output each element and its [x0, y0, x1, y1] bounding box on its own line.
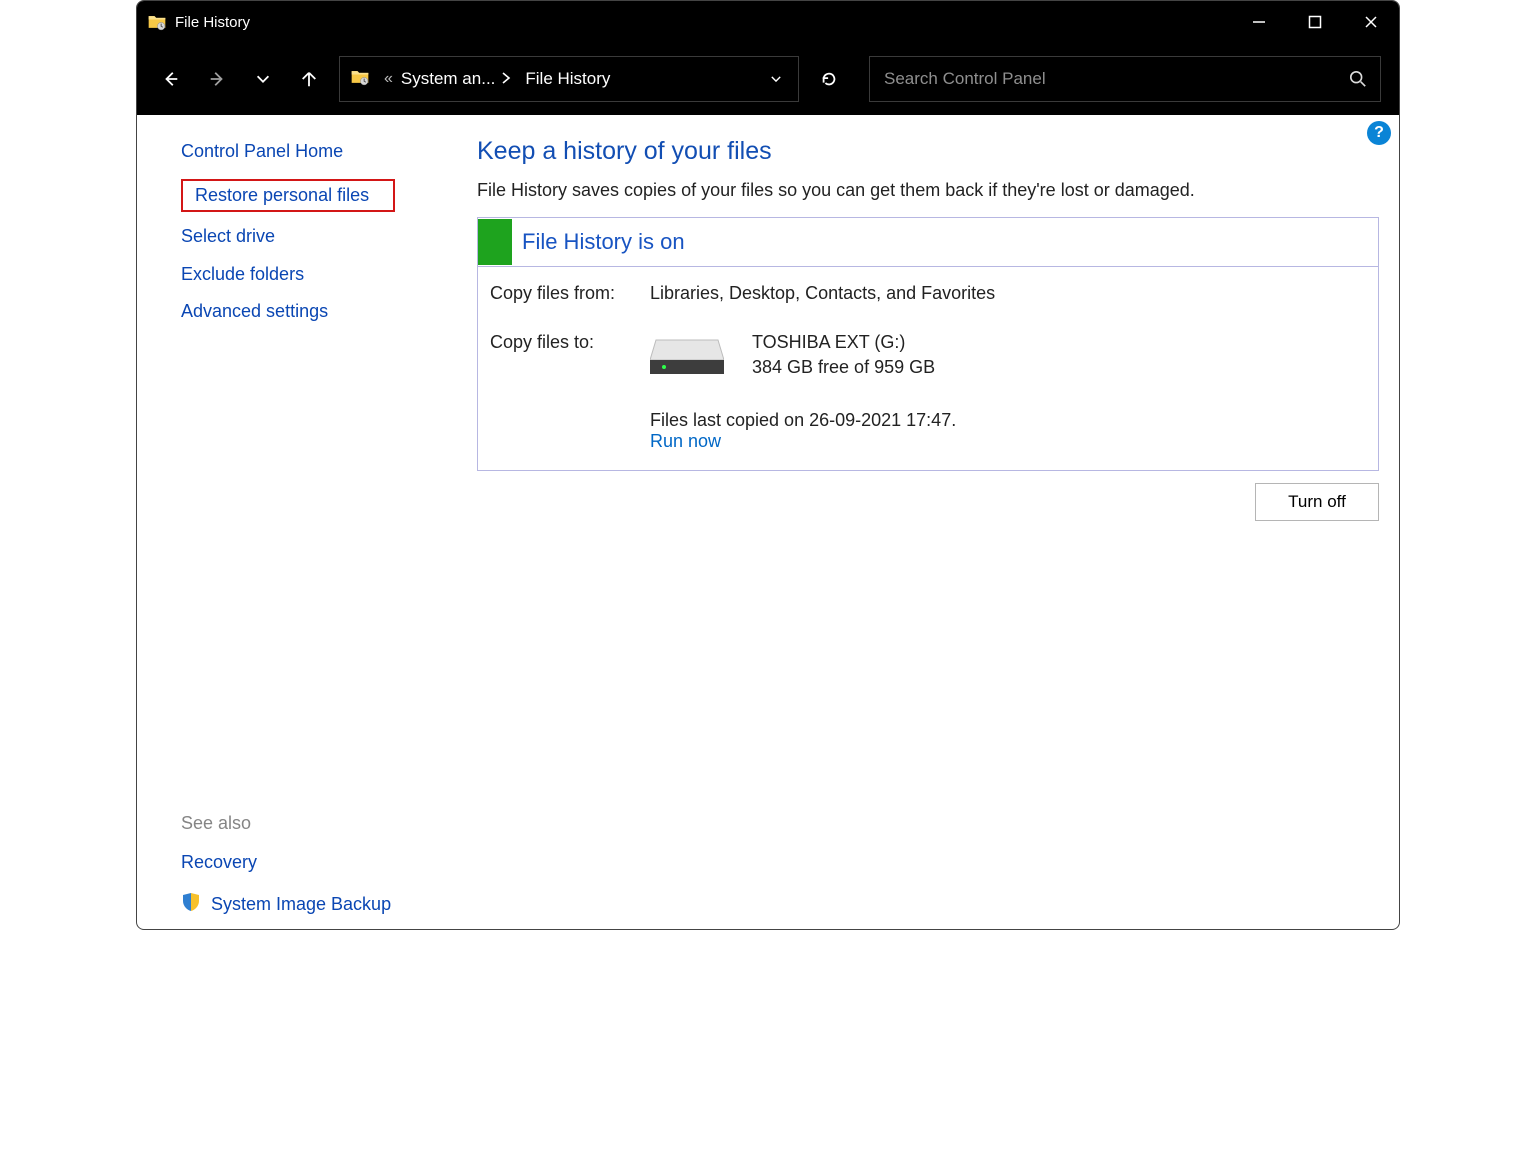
see-also-label: See also: [181, 813, 457, 834]
sidebar-item-control-panel-home[interactable]: Control Panel Home: [181, 141, 457, 163]
minimize-button[interactable]: [1231, 1, 1287, 43]
app-icon: [147, 12, 167, 32]
window-title: File History: [175, 14, 250, 31]
up-button[interactable]: [289, 55, 329, 103]
search-icon[interactable]: [1336, 70, 1380, 88]
sidebar-item-restore-personal-files[interactable]: Restore personal files: [195, 185, 369, 207]
maximize-button[interactable]: [1287, 1, 1343, 43]
sidebar-item-system-image-backup[interactable]: System Image Backup: [211, 894, 391, 916]
sidebar-item-advanced-settings[interactable]: Advanced settings: [181, 301, 457, 323]
history-dropdown-button[interactable]: [243, 55, 283, 103]
address-dropdown-button[interactable]: [754, 72, 798, 86]
last-copied-text: Files last copied on 26-09-2021 17:47.: [650, 410, 1366, 431]
refresh-button[interactable]: [805, 56, 853, 102]
location-folder-icon: [350, 67, 374, 91]
address-bar[interactable]: « System an... File History: [339, 56, 799, 102]
sidebar-item-select-drive[interactable]: Select drive: [181, 226, 457, 248]
copy-to-label: Copy files to:: [490, 332, 650, 382]
copy-from-value: Libraries, Desktop, Contacts, and Favori…: [650, 283, 1366, 304]
breadcrumb-filehistory[interactable]: File History: [521, 69, 614, 89]
turn-off-button[interactable]: Turn off: [1255, 483, 1379, 521]
copy-from-label: Copy files from:: [490, 283, 650, 304]
search-input[interactable]: [870, 69, 1336, 89]
status-panel: File History is on Copy files from: Libr…: [477, 217, 1379, 471]
forward-button[interactable]: [197, 55, 237, 103]
drive-space: 384 GB free of 959 GB: [752, 357, 935, 378]
chevron-right-icon: [501, 71, 511, 87]
sidebar-item-recovery[interactable]: Recovery: [181, 852, 257, 874]
breadcrumb-prefix: «: [384, 70, 393, 88]
help-icon[interactable]: ?: [1367, 121, 1391, 145]
status-title: File History is on: [512, 229, 685, 255]
drive-icon: [650, 338, 728, 378]
shield-icon: [181, 892, 201, 917]
sidebar-item-restore-highlight: Restore personal files: [181, 179, 395, 213]
sidebar-item-exclude-folders[interactable]: Exclude folders: [181, 264, 457, 286]
page-heading: Keep a history of your files: [477, 137, 1379, 166]
back-button[interactable]: [151, 55, 191, 103]
search-box[interactable]: [869, 56, 1381, 102]
run-now-link[interactable]: Run now: [650, 431, 721, 451]
status-on-indicator: [478, 219, 512, 265]
drive-name: TOSHIBA EXT (G:): [752, 332, 935, 353]
breadcrumb-system[interactable]: System an...: [397, 69, 521, 89]
page-description: File History saves copies of your files …: [477, 180, 1379, 201]
close-button[interactable]: [1343, 1, 1399, 43]
